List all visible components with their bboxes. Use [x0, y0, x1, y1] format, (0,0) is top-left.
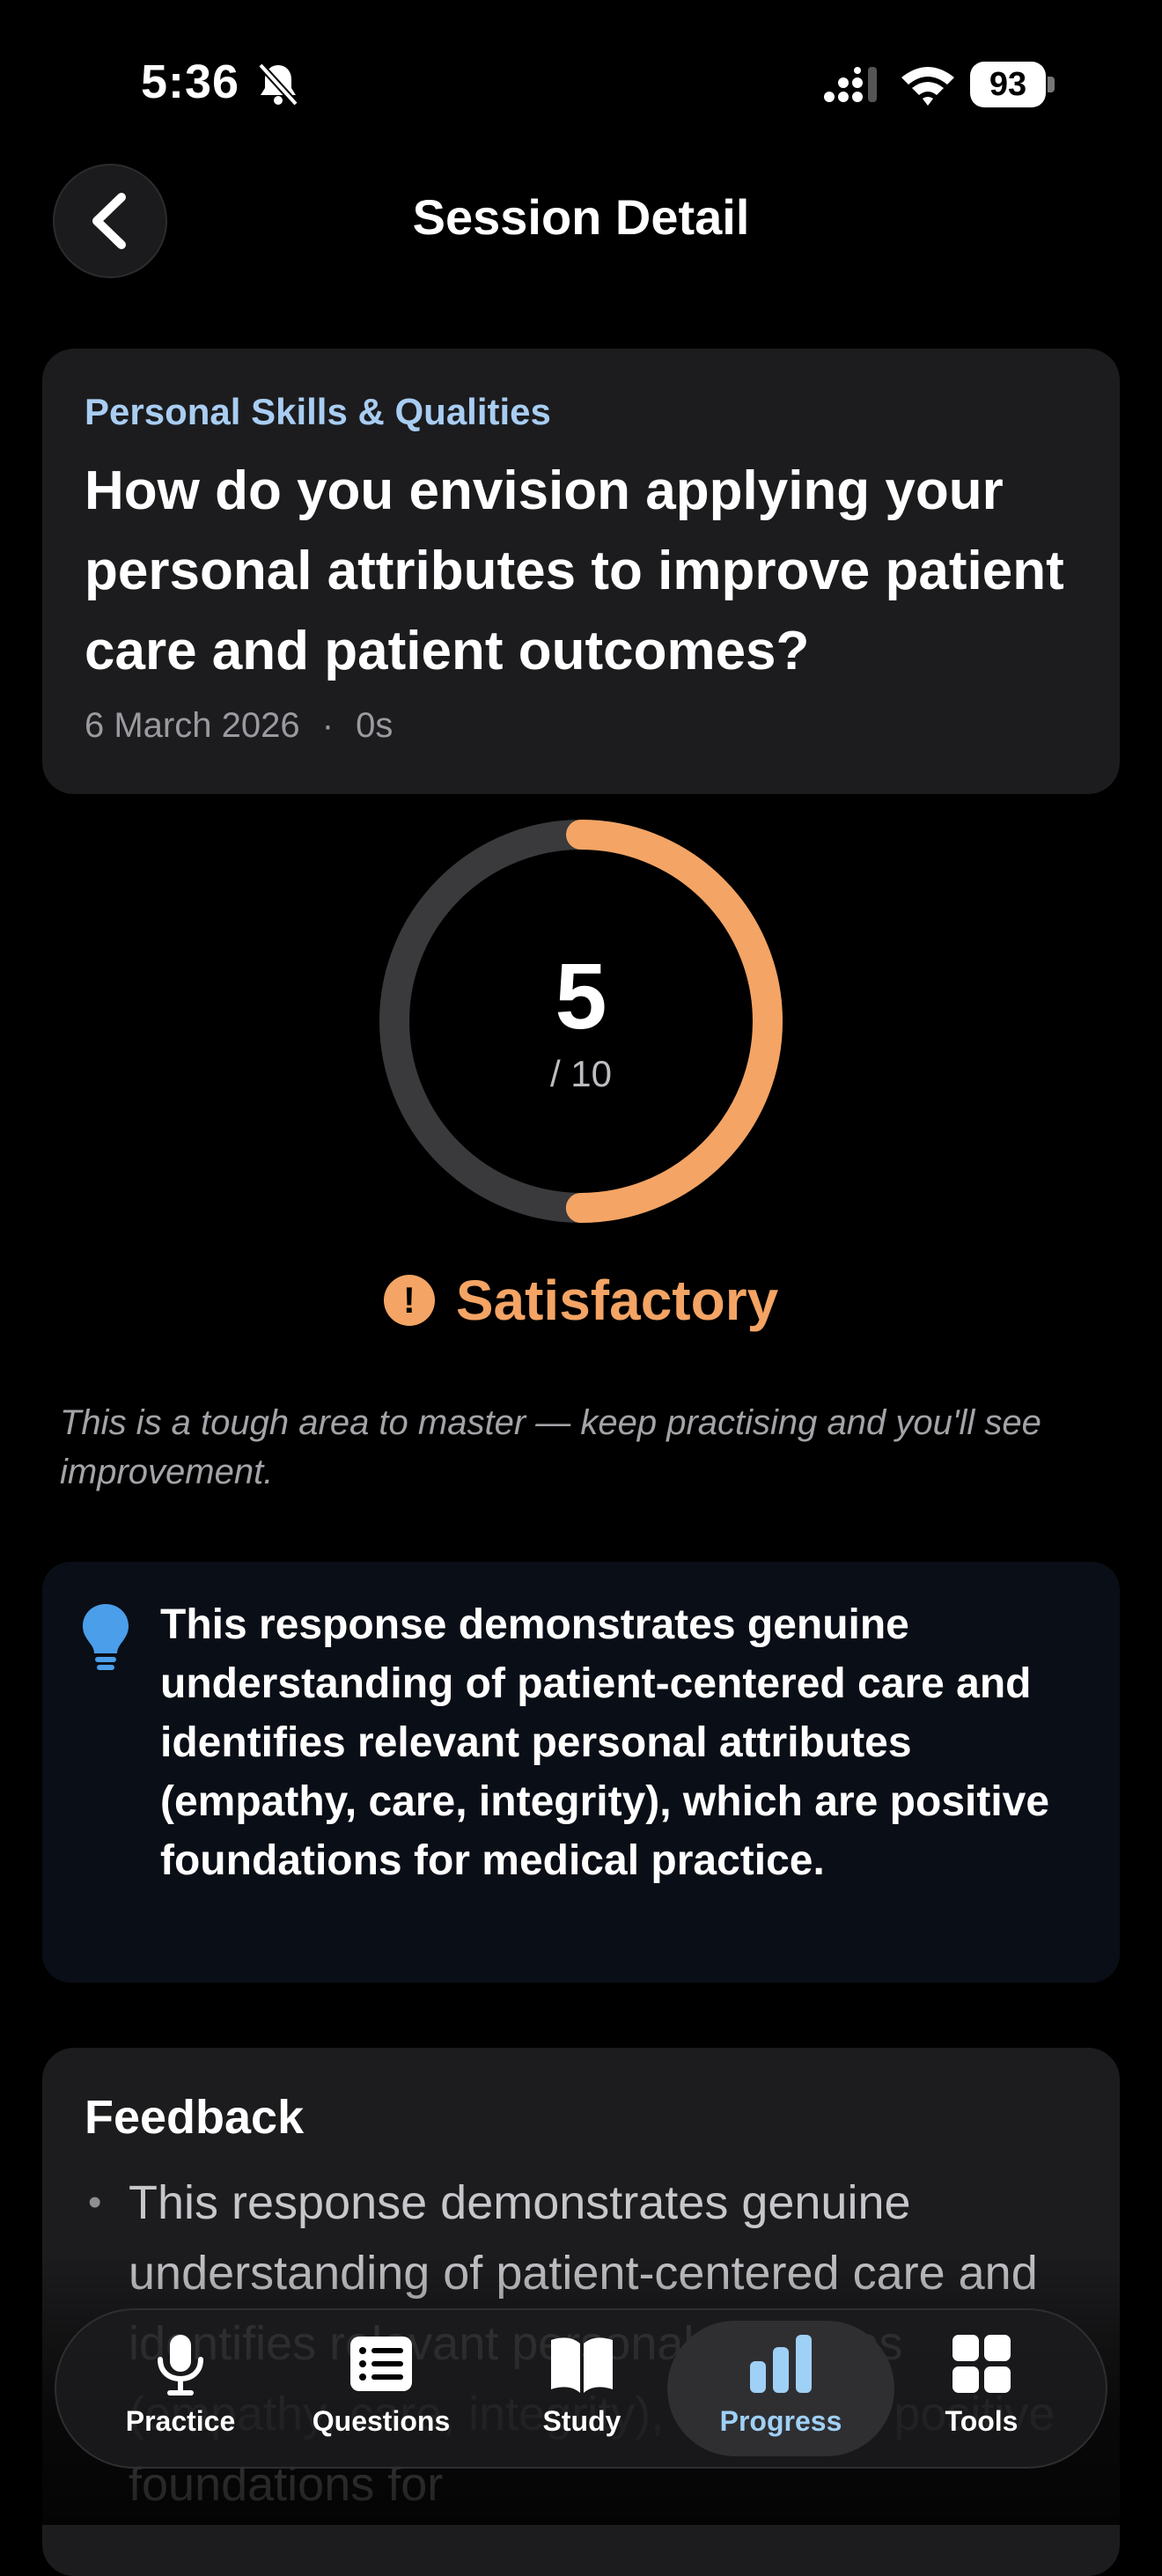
score-max: / 10: [549, 1053, 613, 1094]
tab-label: Practice: [125, 2405, 236, 2437]
tab-questions[interactable]: Questions: [289, 2321, 474, 2456]
tab-label: Tools: [945, 2405, 1019, 2437]
tab-label: Questions: [312, 2405, 451, 2437]
tab-label: Study: [542, 2405, 621, 2437]
question-category: Personal Skills & Qualities: [85, 391, 551, 432]
battery-level: 93: [970, 62, 1046, 107]
cellular-signal-icon: [824, 67, 877, 102]
status-time: 5:36: [141, 55, 240, 108]
summary-text: This response demonstrates genuine under…: [160, 1601, 1050, 1884]
session-meta: 6 March 2026 · 0s: [85, 706, 393, 746]
rating-row: ! Satisfactory: [0, 1268, 1162, 1333]
tab-practice[interactable]: Practice: [88, 2321, 273, 2456]
feedback-title: Feedback: [85, 2091, 305, 2144]
rating-label: Satisfactory: [455, 1269, 779, 1332]
session-date: 6 March 2026: [85, 706, 300, 745]
encouragement-text: This is a tough area to master — keep pr…: [60, 1403, 1041, 1491]
session-duration: 0s: [356, 706, 393, 745]
tab-study[interactable]: Study: [489, 2321, 674, 2456]
tab-progress[interactable]: Progress: [667, 2321, 894, 2456]
tab-tools[interactable]: Tools: [889, 2321, 1074, 2456]
book-icon: [551, 2337, 613, 2393]
lightbulb-icon: [83, 1604, 129, 1670]
list-icon: [350, 2337, 412, 2391]
wifi-icon: [901, 67, 954, 106]
tab-label: Progress: [719, 2405, 842, 2437]
exclamation-icon: !: [383, 1275, 435, 1326]
page-title: Session Detail: [412, 189, 750, 245]
meta-separator: ·: [321, 706, 335, 745]
battery-indicator: 93: [970, 62, 1055, 107]
grid-icon: [952, 2335, 1011, 2393]
question-text: How do you envision applying your person…: [85, 460, 1064, 681]
score-value: 5: [555, 945, 607, 1049]
bell-slash-icon: [258, 63, 298, 107]
microphone-icon: [158, 2335, 203, 2396]
bar-chart-icon: [750, 2335, 812, 2393]
